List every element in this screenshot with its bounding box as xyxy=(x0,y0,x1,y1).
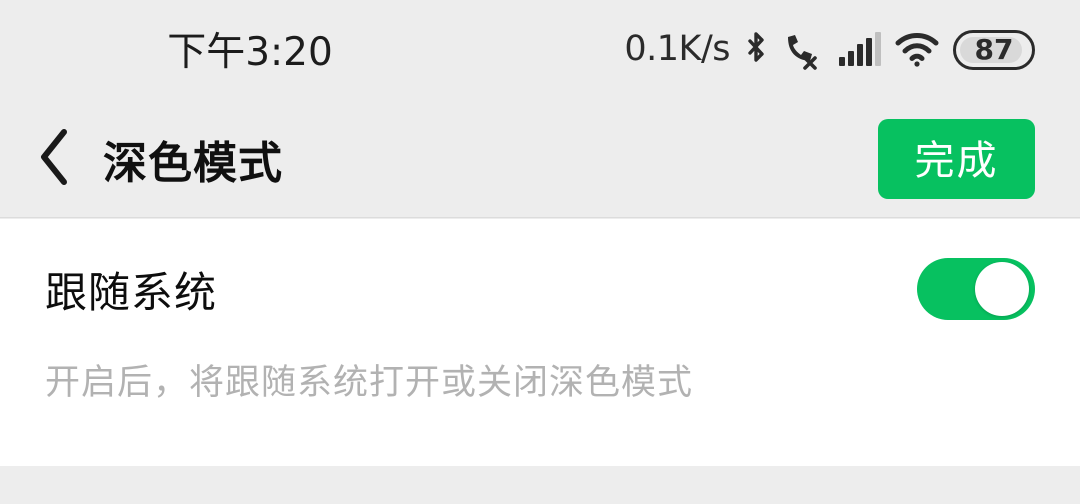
cellular-signal-icon xyxy=(839,32,881,66)
toggle-knob xyxy=(975,262,1029,316)
call-disabled-icon xyxy=(782,30,826,70)
navigation-bar: 深色模式 完成 xyxy=(0,100,1080,218)
page-background-bottom xyxy=(0,466,1080,504)
setting-row-label: 跟随系统 xyxy=(45,267,218,317)
back-button[interactable] xyxy=(18,116,92,202)
bluetooth-icon xyxy=(743,30,769,70)
battery-level-label: 87 xyxy=(974,32,1014,66)
status-bar: 下午3:20 0.1K/s 87 xyxy=(0,0,1080,100)
follow-system-toggle[interactable] xyxy=(917,258,1035,320)
setting-row-description: 开启后，将跟随系统打开或关闭深色模式 xyxy=(45,363,694,403)
status-time: 下午3:20 xyxy=(167,30,333,75)
page-title: 深色模式 xyxy=(103,137,283,189)
wifi-icon xyxy=(894,31,940,69)
phone-screen: 下午3:20 0.1K/s 87 深色模式 完成 跟随系统 开启后，将跟随系统打… xyxy=(0,0,1080,504)
battery-icon: 87 xyxy=(953,30,1035,70)
settings-card: 跟随系统 开启后，将跟随系统打开或关闭深色模式 xyxy=(0,219,1080,466)
done-button[interactable]: 完成 xyxy=(878,118,1035,199)
chevron-left-icon xyxy=(37,127,73,191)
status-indicators: 0.1K/s 87 xyxy=(624,0,1035,100)
setting-row-follow-system[interactable]: 跟随系统 xyxy=(0,219,1080,359)
network-speed-label: 0.1K/s xyxy=(624,29,730,69)
